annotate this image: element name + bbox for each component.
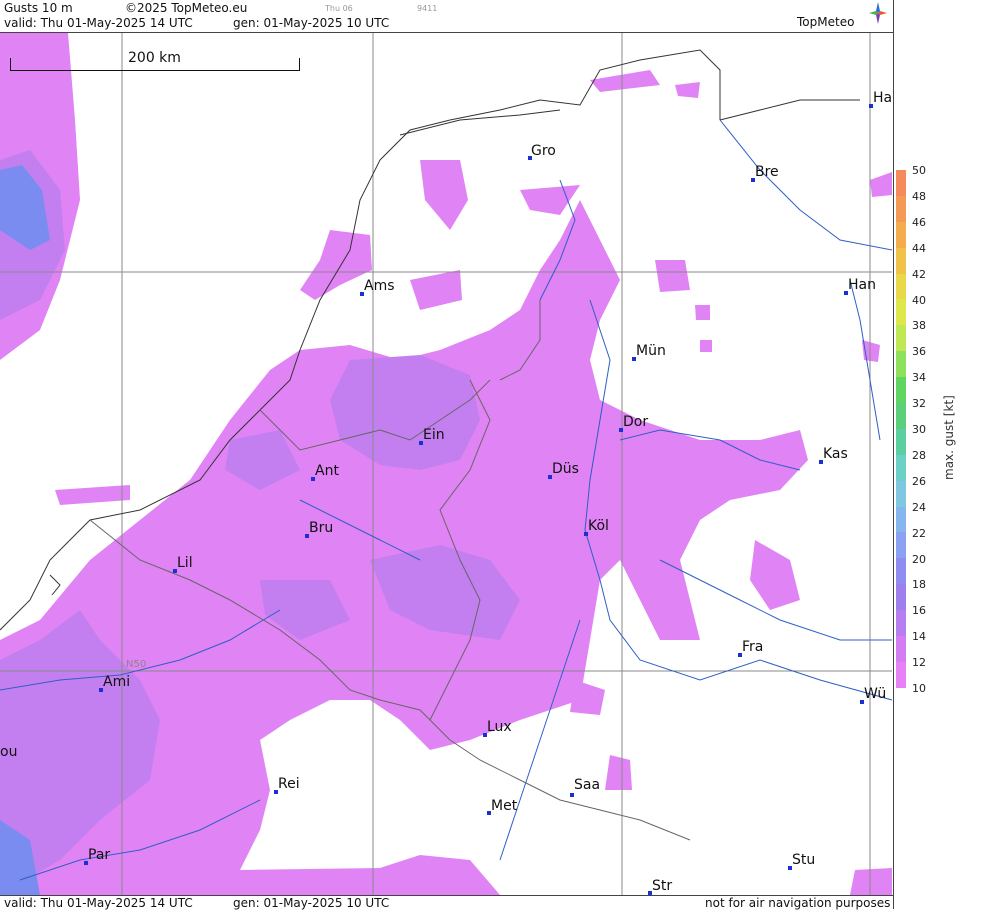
- city-label: Ams: [364, 278, 395, 294]
- small-day: Thu 06: [325, 4, 353, 13]
- legend-color-bar: [896, 170, 906, 688]
- legend-tick-label: 46: [912, 215, 926, 229]
- legend-swatch: [896, 299, 906, 326]
- city-label: Par: [88, 847, 111, 863]
- city-label: Met: [491, 798, 518, 814]
- generated-time: gen: 01-May-2025 10 UTC: [233, 16, 390, 30]
- legend-tick-label: 44: [912, 241, 926, 255]
- city-label: Kas: [823, 446, 848, 462]
- header-bar: Gusts 10 m ©2025 TopMeteo.eu valid: Thu …: [0, 0, 893, 33]
- legend-tick-label: 32: [912, 397, 926, 411]
- legend-swatch: [896, 403, 906, 429]
- city-label: Lil: [177, 555, 193, 571]
- footer-generated-time: gen: 01-May-2025 10 UTC: [233, 896, 390, 910]
- gust-map: 200 km N50 Gro Bre Ha Ams Han Mün Ein Do…: [0, 33, 892, 895]
- legend-tick-label: 20: [912, 552, 926, 566]
- city-label: Ha: [873, 90, 892, 106]
- logo-text: TopMeteo: [797, 15, 855, 29]
- city-label: Stu: [792, 852, 816, 868]
- legend-tick-label: 18: [912, 578, 926, 592]
- legend-tick-label: 36: [912, 345, 926, 359]
- disclaimer: not for air navigation purposes: [705, 896, 891, 910]
- legend-swatch: [896, 454, 906, 481]
- legend-tick-label: 12: [912, 656, 926, 670]
- city-label: Dor: [623, 414, 649, 430]
- footer-valid-time: valid: Thu 01-May-2025 14 UTC: [4, 896, 193, 910]
- city-label: Ami: [103, 674, 131, 690]
- legend-swatch: [896, 584, 906, 611]
- city-label: Wü: [864, 686, 887, 702]
- legend-tick-label: 28: [912, 448, 926, 462]
- city-label: Mün: [636, 343, 666, 359]
- legend-swatch: [896, 170, 906, 196]
- legend-swatch: [896, 325, 906, 352]
- legend-tick-label: 48: [912, 189, 926, 203]
- compass-star-icon: [869, 2, 887, 24]
- legend-swatch: [896, 506, 906, 533]
- legend-swatch: [896, 636, 906, 662]
- legend-swatch: [896, 610, 906, 637]
- city-label: Ein: [423, 427, 445, 443]
- legend-tick-label: 14: [912, 630, 926, 644]
- legend-swatch: [896, 480, 906, 507]
- legend-tick-label: 22: [912, 526, 926, 540]
- legend-tick-label: 24: [912, 500, 926, 514]
- footer-bar: valid: Thu 01-May-2025 14 UTC gen: 01-Ma…: [0, 895, 893, 910]
- map-canvas: [0, 33, 892, 895]
- legend-tick-label: 10: [912, 682, 926, 695]
- city-label: Saa: [574, 777, 601, 793]
- legend-tick-label: 30: [912, 423, 926, 436]
- legend-tick-label: 34: [912, 371, 926, 385]
- city-label: Bre: [755, 164, 779, 180]
- small-code: 9411: [417, 4, 438, 13]
- product-title: Gusts 10 m: [4, 1, 73, 15]
- legend-swatch: [896, 661, 906, 688]
- city-label: Lux: [487, 719, 512, 735]
- legend-tick-label: 40: [912, 293, 926, 307]
- city-label: Düs: [552, 461, 579, 477]
- legend-tick-label: 16: [912, 604, 926, 618]
- city-label: Fra: [742, 639, 764, 655]
- city-label: Han: [848, 277, 876, 293]
- legend-swatch: [896, 532, 906, 559]
- legend-swatch: [896, 558, 906, 585]
- city-label: Gro: [531, 143, 556, 159]
- city-label: ou: [0, 744, 18, 760]
- copyright: ©2025 TopMeteo.eu: [125, 1, 248, 15]
- legend-swatch: [896, 195, 906, 222]
- city-label: Ant: [315, 463, 339, 479]
- legend-title: max. gust [kt]: [942, 395, 956, 480]
- legend-tick-label: 26: [912, 474, 926, 488]
- scale-bar-label: 200 km: [128, 50, 181, 66]
- city-marker: [570, 793, 574, 797]
- legend-tick-label: 50: [912, 164, 926, 177]
- color-legend: 50 48 46 44 42 40 38 36 34 32 30 28 26 24 22 20 18 16 14 12…: [893, 0, 983, 909]
- grid-label: N50: [126, 659, 147, 670]
- legend-swatch: [896, 428, 906, 455]
- legend-tick-label: 42: [912, 267, 926, 281]
- valid-time: valid: Thu 01-May-2025 14 UTC: [4, 16, 193, 30]
- legend-swatch: [896, 377, 906, 404]
- city-label: Köl: [588, 518, 609, 534]
- city-label: Bru: [309, 520, 334, 536]
- legend-swatch: [896, 273, 906, 300]
- legend-swatch: [896, 247, 906, 274]
- legend-swatch: [896, 351, 906, 378]
- topmeteo-logo[interactable]: TopMeteo: [797, 2, 889, 32]
- city-label: Str: [652, 878, 673, 894]
- legend-tick-label: 38: [912, 319, 926, 333]
- legend-swatch: [896, 221, 906, 248]
- city-label: Rei: [278, 776, 300, 792]
